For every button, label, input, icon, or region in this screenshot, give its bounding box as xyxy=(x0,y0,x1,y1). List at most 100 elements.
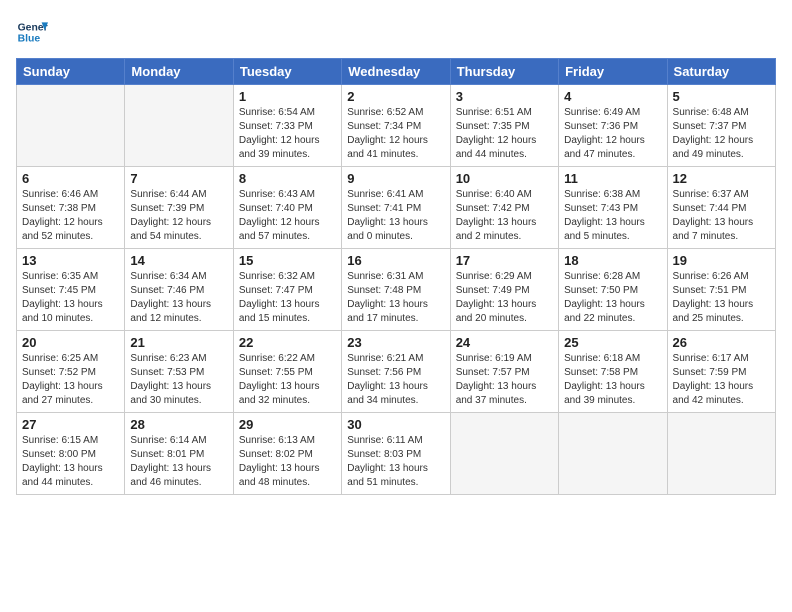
day-number: 4 xyxy=(564,89,661,104)
calendar-cell: 7 Sunrise: 6:44 AMSunset: 7:39 PMDaylight… xyxy=(125,167,233,249)
day-info: Sunrise: 6:25 AMSunset: 7:52 PMDaylight:… xyxy=(22,352,119,408)
day-number: 6 xyxy=(22,171,119,186)
weekday-header-monday: Monday xyxy=(125,59,233,85)
calendar-cell xyxy=(667,413,775,495)
calendar-cell: 19 Sunrise: 6:26 AMSunset: 7:51 PMDayligh… xyxy=(667,249,775,331)
calendar-cell: 13 Sunrise: 6:35 AMSunset: 7:45 PMDayligh… xyxy=(17,249,125,331)
day-number: 23 xyxy=(347,335,444,350)
day-number: 20 xyxy=(22,335,119,350)
day-number: 2 xyxy=(347,89,444,104)
calendar-cell: 17 Sunrise: 6:29 AMSunset: 7:49 PMDayligh… xyxy=(450,249,558,331)
day-info: Sunrise: 6:11 AMSunset: 8:03 PMDaylight:… xyxy=(347,434,444,490)
day-info: Sunrise: 6:48 AMSunset: 7:37 PMDaylight:… xyxy=(673,106,770,162)
calendar-cell: 22 Sunrise: 6:22 AMSunset: 7:55 PMDayligh… xyxy=(233,331,341,413)
logo-icon: General Blue xyxy=(16,16,48,48)
calendar-cell: 24 Sunrise: 6:19 AMSunset: 7:57 PMDayligh… xyxy=(450,331,558,413)
day-info: Sunrise: 6:18 AMSunset: 7:58 PMDaylight:… xyxy=(564,352,661,408)
day-number: 27 xyxy=(22,417,119,432)
calendar-cell: 2 Sunrise: 6:52 AMSunset: 7:34 PMDaylight… xyxy=(342,85,450,167)
calendar-cell xyxy=(17,85,125,167)
day-info: Sunrise: 6:26 AMSunset: 7:51 PMDaylight:… xyxy=(673,270,770,326)
day-info: Sunrise: 6:15 AMSunset: 8:00 PMDaylight:… xyxy=(22,434,119,490)
day-number: 1 xyxy=(239,89,336,104)
day-number: 10 xyxy=(456,171,553,186)
weekday-header-wednesday: Wednesday xyxy=(342,59,450,85)
day-number: 5 xyxy=(673,89,770,104)
day-number: 21 xyxy=(130,335,227,350)
day-number: 11 xyxy=(564,171,661,186)
calendar-week-row: 27 Sunrise: 6:15 AMSunset: 8:00 PMDayligh… xyxy=(17,413,776,495)
calendar-week-row: 6 Sunrise: 6:46 AMSunset: 7:38 PMDaylight… xyxy=(17,167,776,249)
calendar-cell: 9 Sunrise: 6:41 AMSunset: 7:41 PMDaylight… xyxy=(342,167,450,249)
day-info: Sunrise: 6:44 AMSunset: 7:39 PMDaylight:… xyxy=(130,188,227,244)
page-header: General Blue xyxy=(16,16,776,48)
weekday-header-sunday: Sunday xyxy=(17,59,125,85)
day-number: 24 xyxy=(456,335,553,350)
day-number: 15 xyxy=(239,253,336,268)
calendar-cell: 21Sunrise: 6:23 AMSunset: 7:53 PMDayligh… xyxy=(125,331,233,413)
day-info: Sunrise: 6:54 AMSunset: 7:33 PMDaylight:… xyxy=(239,106,336,162)
day-number: 16 xyxy=(347,253,444,268)
calendar-cell: 1 Sunrise: 6:54 AMSunset: 7:33 PMDaylight… xyxy=(233,85,341,167)
calendar-cell: 20 Sunrise: 6:25 AMSunset: 7:52 PMDayligh… xyxy=(17,331,125,413)
calendar-week-row: 20 Sunrise: 6:25 AMSunset: 7:52 PMDayligh… xyxy=(17,331,776,413)
day-number: 3 xyxy=(456,89,553,104)
logo: General Blue xyxy=(16,16,48,48)
day-info: Sunrise: 6:17 AMSunset: 7:59 PMDaylight:… xyxy=(673,352,770,408)
calendar-cell: 4Sunrise: 6:49 AMSunset: 7:36 PMDaylight… xyxy=(559,85,667,167)
day-info: Sunrise: 6:51 AMSunset: 7:35 PMDaylight:… xyxy=(456,106,553,162)
day-info: Sunrise: 6:29 AMSunset: 7:49 PMDaylight:… xyxy=(456,270,553,326)
day-number: 9 xyxy=(347,171,444,186)
calendar-cell: 5 Sunrise: 6:48 AMSunset: 7:37 PMDaylight… xyxy=(667,85,775,167)
day-info: Sunrise: 6:40 AMSunset: 7:42 PMDaylight:… xyxy=(456,188,553,244)
day-number: 29 xyxy=(239,417,336,432)
calendar-cell: 30 Sunrise: 6:11 AMSunset: 8:03 PMDayligh… xyxy=(342,413,450,495)
calendar-cell: 25 Sunrise: 6:18 AMSunset: 7:58 PMDayligh… xyxy=(559,331,667,413)
calendar-cell: 27 Sunrise: 6:15 AMSunset: 8:00 PMDayligh… xyxy=(17,413,125,495)
day-number: 7 xyxy=(130,171,227,186)
day-info: Sunrise: 6:43 AMSunset: 7:40 PMDaylight:… xyxy=(239,188,336,244)
calendar-cell: 6 Sunrise: 6:46 AMSunset: 7:38 PMDaylight… xyxy=(17,167,125,249)
day-info: Sunrise: 6:32 AMSunset: 7:47 PMDaylight:… xyxy=(239,270,336,326)
day-number: 26 xyxy=(673,335,770,350)
day-number: 22 xyxy=(239,335,336,350)
day-info: Sunrise: 6:41 AMSunset: 7:41 PMDaylight:… xyxy=(347,188,444,244)
day-number: 18 xyxy=(564,253,661,268)
day-info: Sunrise: 6:34 AMSunset: 7:46 PMDaylight:… xyxy=(130,270,227,326)
calendar-cell: 14 Sunrise: 6:34 AMSunset: 7:46 PMDayligh… xyxy=(125,249,233,331)
day-number: 14 xyxy=(130,253,227,268)
day-number: 13 xyxy=(22,253,119,268)
day-number: 30 xyxy=(347,417,444,432)
day-info: Sunrise: 6:52 AMSunset: 7:34 PMDaylight:… xyxy=(347,106,444,162)
weekday-header-saturday: Saturday xyxy=(667,59,775,85)
day-number: 17 xyxy=(456,253,553,268)
calendar-cell xyxy=(559,413,667,495)
day-number: 19 xyxy=(673,253,770,268)
day-info: Sunrise: 6:35 AMSunset: 7:45 PMDaylight:… xyxy=(22,270,119,326)
calendar-cell: 3 Sunrise: 6:51 AMSunset: 7:35 PMDaylight… xyxy=(450,85,558,167)
calendar-table: SundayMondayTuesdayWednesdayThursdayFrid… xyxy=(16,58,776,495)
calendar-cell: 23Sunrise: 6:21 AMSunset: 7:56 PMDayligh… xyxy=(342,331,450,413)
weekday-header-thursday: Thursday xyxy=(450,59,558,85)
calendar-cell: 18 Sunrise: 6:28 AMSunset: 7:50 PMDayligh… xyxy=(559,249,667,331)
calendar-cell: 28Sunrise: 6:14 AMSunset: 8:01 PMDayligh… xyxy=(125,413,233,495)
day-info: Sunrise: 6:22 AMSunset: 7:55 PMDaylight:… xyxy=(239,352,336,408)
day-number: 25 xyxy=(564,335,661,350)
calendar-cell: 29 Sunrise: 6:13 AMSunset: 8:02 PMDayligh… xyxy=(233,413,341,495)
day-info: Sunrise: 6:13 AMSunset: 8:02 PMDaylight:… xyxy=(239,434,336,490)
calendar-cell xyxy=(450,413,558,495)
calendar-week-row: 1 Sunrise: 6:54 AMSunset: 7:33 PMDaylight… xyxy=(17,85,776,167)
day-number: 8 xyxy=(239,171,336,186)
day-info: Sunrise: 6:46 AMSunset: 7:38 PMDaylight:… xyxy=(22,188,119,244)
calendar-cell: 8 Sunrise: 6:43 AMSunset: 7:40 PMDaylight… xyxy=(233,167,341,249)
weekday-header-row: SundayMondayTuesdayWednesdayThursdayFrid… xyxy=(17,59,776,85)
day-info: Sunrise: 6:28 AMSunset: 7:50 PMDaylight:… xyxy=(564,270,661,326)
weekday-header-friday: Friday xyxy=(559,59,667,85)
calendar-cell: 12Sunrise: 6:37 AMSunset: 7:44 PMDayligh… xyxy=(667,167,775,249)
weekday-header-tuesday: Tuesday xyxy=(233,59,341,85)
day-info: Sunrise: 6:37 AMSunset: 7:44 PMDaylight:… xyxy=(673,188,770,244)
day-info: Sunrise: 6:38 AMSunset: 7:43 PMDaylight:… xyxy=(564,188,661,244)
day-info: Sunrise: 6:19 AMSunset: 7:57 PMDaylight:… xyxy=(456,352,553,408)
calendar-cell: 26 Sunrise: 6:17 AMSunset: 7:59 PMDayligh… xyxy=(667,331,775,413)
calendar-cell: 15 Sunrise: 6:32 AMSunset: 7:47 PMDayligh… xyxy=(233,249,341,331)
